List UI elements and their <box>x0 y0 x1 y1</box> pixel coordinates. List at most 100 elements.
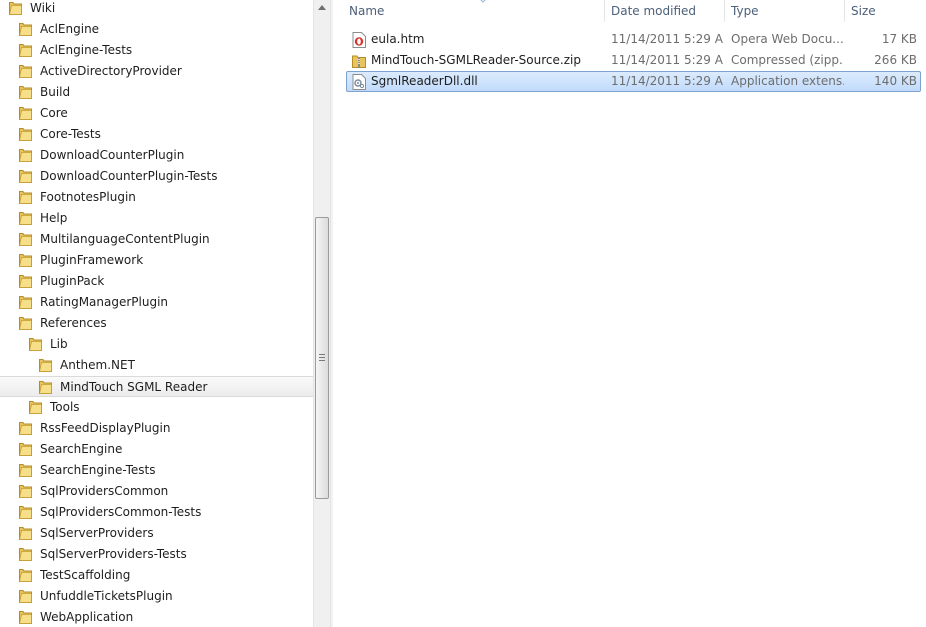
file-type: Application extens... <box>731 74 844 88</box>
tree-node-label: PluginFramework <box>40 253 144 267</box>
file-row-eula[interactable]: eula.htm 11/14/2011 5:29 AM Opera Web Do… <box>346 29 921 50</box>
folder-icon <box>19 191 32 204</box>
tree-node-unfuddleticketsplugin[interactable]: UnfuddleTicketsPlugin <box>0 586 313 607</box>
tree-node-label: FootnotesPlugin <box>40 190 136 204</box>
tree-node-label: SearchEngine <box>40 442 123 456</box>
tree-node-label: RatingManagerPlugin <box>40 295 169 309</box>
tree-node-label: SearchEngine-Tests <box>40 463 156 477</box>
tree-node-mindtouch-sgml-reader[interactable]: MindTouch SGML Reader <box>0 376 313 397</box>
file-name: SgmlReaderDll.dll <box>371 74 478 88</box>
tree-node-build[interactable]: Build <box>0 82 313 103</box>
tree-node-tools[interactable]: Tools <box>0 397 313 418</box>
column-header-date-label: Date modified <box>611 4 697 18</box>
tree-node-lib[interactable]: Lib <box>0 334 313 355</box>
navigation-tree[interactable]: Wiki AclEngine AclEngine-Tests ActiveDirect… <box>0 0 313 627</box>
file-size: 266 KB <box>874 53 917 67</box>
tree-node-anthem-net[interactable]: Anthem.NET <box>0 355 313 376</box>
tree-node-label: SqlServerProviders <box>40 526 154 540</box>
sort-ascending-icon <box>480 0 486 3</box>
dll-file-icon <box>352 74 366 90</box>
folder-icon <box>19 86 32 99</box>
file-row-sgmlreader-dll[interactable]: SgmlReaderDll.dll 11/14/2011 5:29 AM App… <box>346 71 921 92</box>
tree-node-activedirectoryprovider[interactable]: ActiveDirectoryProvider <box>0 61 313 82</box>
tree-node-label: SqlServerProviders-Tests <box>40 547 187 561</box>
folder-icon <box>19 443 32 456</box>
tree-node-ratingmanagerplugin[interactable]: RatingManagerPlugin <box>0 292 313 313</box>
file-name: MindTouch-SGMLReader-Source.zip <box>371 53 581 67</box>
tree-node-multilanguagecontentplugin[interactable]: MultilanguageContentPlugin <box>0 229 313 250</box>
folder-icon <box>19 611 32 624</box>
file-date-modified: 11/14/2011 5:29 AM <box>611 32 724 46</box>
folder-icon <box>29 401 42 414</box>
tree-node-testscaffolding[interactable]: TestScaffolding <box>0 565 313 586</box>
tree-node-core[interactable]: Core <box>0 103 313 124</box>
tree-node-references[interactable]: References <box>0 313 313 334</box>
column-header-size-label: Size <box>851 4 876 18</box>
folder-icon <box>19 296 32 309</box>
folder-icon <box>19 275 32 288</box>
tree-node-label: SqlProvidersCommon-Tests <box>40 505 202 519</box>
tree-node-sqlserverproviders[interactable]: SqlServerProviders <box>0 523 313 544</box>
tree-node-pluginpack[interactable]: PluginPack <box>0 271 313 292</box>
folder-icon <box>19 422 32 435</box>
tree-node-webapplication[interactable]: WebApplication <box>0 607 313 627</box>
folder-icon <box>19 527 32 540</box>
folder-icon <box>19 170 32 183</box>
folder-icon <box>19 233 32 246</box>
folder-icon <box>39 359 52 372</box>
tree-node-downloadcounterplugin[interactable]: DownloadCounterPlugin <box>0 145 313 166</box>
tree-node-pluginframework[interactable]: PluginFramework <box>0 250 313 271</box>
tree-node-sqlserverproviders-tests[interactable]: SqlServerProviders-Tests <box>0 544 313 565</box>
tree-node-aclengine[interactable]: AclEngine <box>0 19 313 40</box>
file-date-modified: 11/14/2011 5:29 AM <box>611 53 724 67</box>
folder-icon <box>9 2 22 15</box>
tree-node-sqlproviderscommon-tests[interactable]: SqlProvidersCommon-Tests <box>0 502 313 523</box>
file-row-source-zip[interactable]: MindTouch-SGMLReader-Source.zip 11/14/20… <box>346 50 921 71</box>
tree-node-label: ActiveDirectoryProvider <box>40 64 182 78</box>
tree-node-searchengine[interactable]: SearchEngine <box>0 439 313 460</box>
tree-node-label: SqlProvidersCommon <box>40 484 169 498</box>
folder-icon <box>19 569 32 582</box>
tree-node-wiki[interactable]: Wiki <box>0 0 313 19</box>
tree-node-label: Lib <box>50 337 68 351</box>
tree-node-label: References <box>40 316 107 330</box>
scroll-up-arrow-icon[interactable] <box>314 0 330 17</box>
column-header-type[interactable]: Type <box>725 0 845 22</box>
zip-folder-icon <box>352 55 366 68</box>
file-date-modified: 11/14/2011 5:29 AM <box>611 74 724 88</box>
tree-node-downloadcounterplugin-tests[interactable]: DownloadCounterPlugin-Tests <box>0 166 313 187</box>
folder-icon <box>19 317 32 330</box>
folder-icon <box>19 128 32 141</box>
tree-node-help[interactable]: Help <box>0 208 313 229</box>
tree-node-label: DownloadCounterPlugin <box>40 148 185 162</box>
tree-node-label: Help <box>40 211 68 225</box>
column-header-size[interactable]: Size <box>845 0 926 22</box>
folder-icon <box>29 338 42 351</box>
tree-node-sqlproviderscommon[interactable]: SqlProvidersCommon <box>0 481 313 502</box>
column-header-name[interactable]: Name <box>343 0 605 22</box>
tree-node-label: WebApplication <box>40 610 134 624</box>
folder-icon <box>19 548 32 561</box>
folder-icon <box>19 212 32 225</box>
tree-node-aclengine-tests[interactable]: AclEngine-Tests <box>0 40 313 61</box>
tree-node-label: DownloadCounterPlugin-Tests <box>40 169 218 183</box>
tree-node-searchengine-tests[interactable]: SearchEngine-Tests <box>0 460 313 481</box>
tree-node-label: PluginPack <box>40 274 105 288</box>
tree-node-label: MindTouch SGML Reader <box>60 380 208 394</box>
tree-node-core-tests[interactable]: Core-Tests <box>0 124 313 145</box>
tree-node-label: Build <box>40 85 71 99</box>
file-list: Name Date modified Type Size eula.htm 11… <box>333 0 926 627</box>
tree-node-footnotesplugin[interactable]: FootnotesPlugin <box>0 187 313 208</box>
folder-icon <box>19 149 32 162</box>
file-size: 17 KB <box>881 32 917 46</box>
column-header-row: Name Date modified Type Size <box>333 0 926 22</box>
file-type: Opera Web Docu... <box>731 32 844 46</box>
tree-node-label: AclEngine <box>40 22 100 36</box>
file-size: 140 KB <box>874 74 917 88</box>
column-header-date-modified[interactable]: Date modified <box>605 0 725 22</box>
tree-scrollbar[interactable] <box>313 0 330 627</box>
folder-icon <box>19 23 32 36</box>
tree-node-rssfeeddisplayplugin[interactable]: RssFeedDisplayPlugin <box>0 418 313 439</box>
file-type: Compressed (zipp... <box>731 53 844 67</box>
scrollbar-thumb[interactable] <box>315 217 329 499</box>
